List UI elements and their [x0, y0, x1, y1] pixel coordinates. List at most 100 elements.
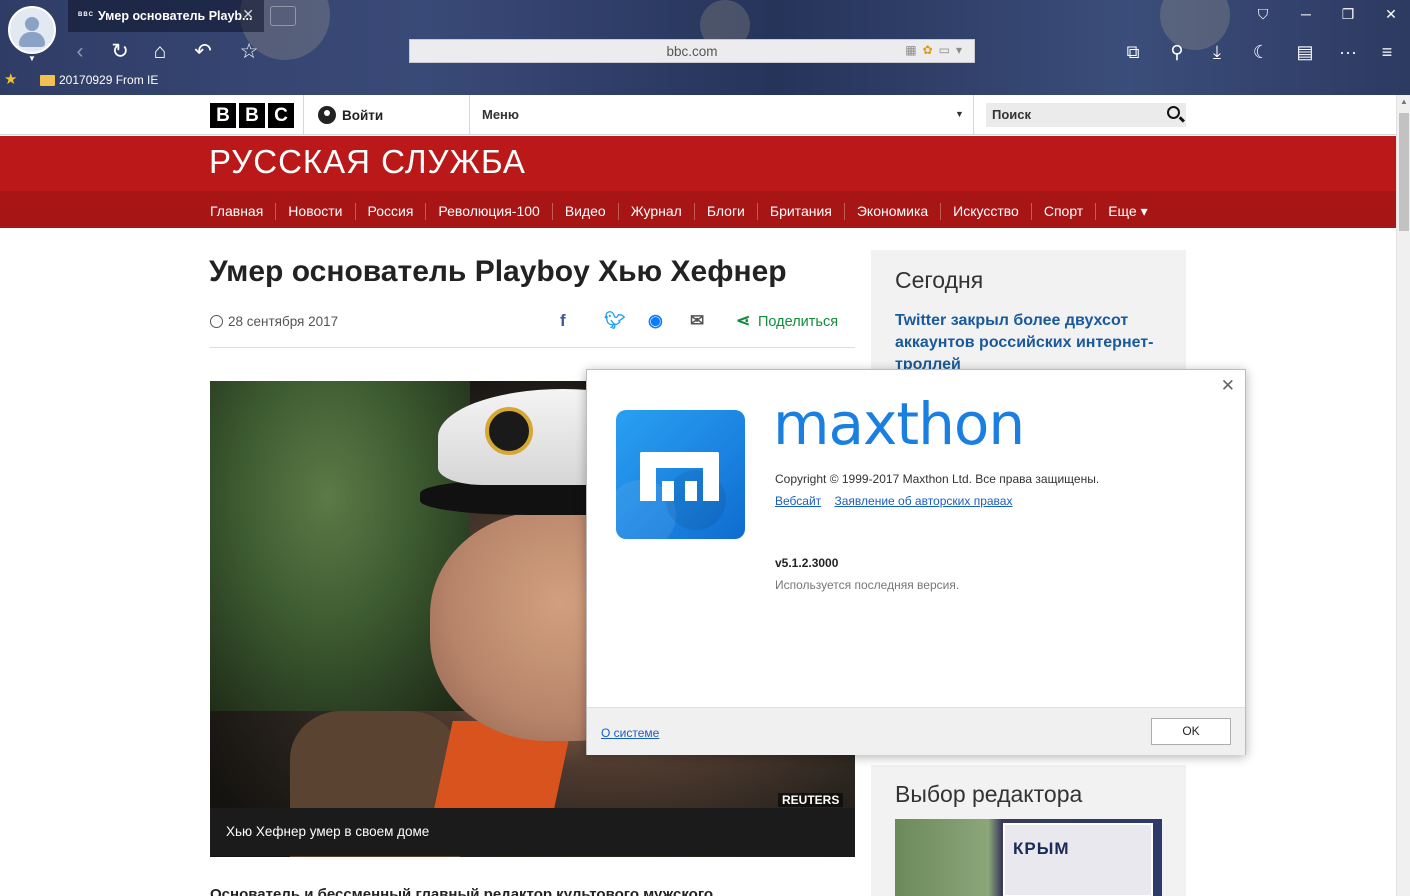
nav-item[interactable]: Видео — [565, 203, 619, 220]
nav-item[interactable]: Спорт — [1044, 203, 1097, 220]
article-headline: Умер основатель Playboy Хью Хефнер — [209, 255, 787, 288]
version-text: v5.1.2.3000 — [775, 556, 839, 570]
menu-dropdown-icon[interactable]: ▼ — [955, 109, 964, 119]
passkeeper-icon[interactable]: ⚲ — [1162, 38, 1192, 66]
billboard-text: КРЫМ — [1013, 839, 1070, 858]
adblock-icon[interactable]: ✿ — [923, 43, 939, 57]
favorite-star-icon[interactable]: ☆ — [234, 38, 264, 66]
signin-label: Войти — [342, 108, 384, 123]
facebook-icon[interactable]: f — [560, 311, 566, 331]
dropdown-icon[interactable]: ▾ — [956, 43, 968, 57]
menu-button[interactable]: Меню — [482, 107, 519, 122]
twitter-icon[interactable]: 🐦︎ — [604, 311, 626, 331]
main-menu-icon[interactable]: ≡ — [1372, 38, 1402, 66]
website-link[interactable]: Вебсайт — [775, 494, 821, 508]
editors-choice-title: Выбор редактора — [895, 781, 1083, 807]
address-bar-tools[interactable]: ▦✿▭▾ — [905, 43, 968, 57]
skin-icon[interactable]: ⛉ — [1249, 6, 1277, 23]
notes-icon[interactable]: ▤ — [1290, 38, 1320, 66]
divider — [973, 95, 974, 135]
qr-code-icon[interactable]: ▦ — [905, 43, 922, 57]
divider — [210, 347, 855, 348]
copyright-statement-link[interactable]: Заявление об авторских правах — [835, 494, 1013, 508]
nav-item[interactable]: Британия — [770, 203, 845, 220]
close-window-icon[interactable]: ✕ — [1377, 6, 1405, 23]
nav-item[interactable]: Блоги — [707, 203, 758, 220]
service-title[interactable]: РУССКАЯ СЛУЖБА — [209, 143, 526, 181]
signin-link[interactable]: Войти — [318, 106, 383, 124]
bookmark-folder-label[interactable]: 20170929 From IE — [59, 73, 158, 87]
article-body: Основатель и бессменный главный редактор… — [210, 886, 714, 896]
nav-item[interactable]: Новости — [288, 203, 356, 220]
browser-chrome: ▼ BBC Умер основатель Playb... ✕ ⛉ ─ ❐ ✕… — [0, 0, 1410, 95]
new-tab-button[interactable] — [270, 6, 296, 26]
more-icon[interactable]: ··· — [1333, 38, 1363, 66]
clock-icon — [210, 315, 223, 328]
address-bar[interactable]: bbc.com ▦✿▭▾ — [409, 39, 975, 63]
tab-close-icon[interactable]: ✕ — [242, 6, 254, 23]
user-icon — [318, 106, 336, 124]
dialog-links: Вебсайт Заявление об авторских правах — [775, 494, 1022, 508]
user-avatar[interactable] — [8, 6, 56, 54]
avatar-dropdown-icon[interactable]: ▼ — [28, 54, 36, 63]
dialog-close-icon[interactable]: ✕ — [1221, 376, 1235, 396]
search-icon[interactable] — [1167, 106, 1180, 119]
undo-close-tab-icon[interactable]: ↶ — [188, 38, 218, 66]
today-panel: Сегодня Twitter закрыл более двухсот акк… — [871, 250, 1186, 373]
folder-icon[interactable] — [40, 75, 55, 86]
copyright-text: Copyright © 1999-2017 Maxthon Ltd. Все п… — [775, 472, 1100, 486]
search-placeholder: Поиск — [992, 107, 1032, 122]
bbc-top-bar: B B C Войти Меню ▼ Поиск — [0, 95, 1396, 135]
download-icon[interactable]: ⤓ — [1202, 38, 1232, 66]
photo-caption: Хью Хефнер умер в своем доме — [210, 808, 855, 856]
nav-item[interactable]: Главная — [210, 203, 277, 220]
night-mode-icon[interactable]: ☾ — [1246, 38, 1276, 66]
version-status: Используется последняя версия. — [775, 578, 960, 592]
nav-item[interactable]: Экономика — [857, 203, 942, 220]
scroll-up-icon[interactable]: ▲ — [1400, 97, 1408, 106]
back-icon[interactable]: ‹ — [65, 38, 95, 66]
about-dialog: ✕ maxthon Copyright © 1999-2017 Maxthon … — [586, 369, 1246, 755]
divider — [303, 95, 304, 135]
dialog-footer: О системе OK — [587, 707, 1245, 755]
service-banner: РУССКАЯ СЛУЖБА Главная Новости Россия Ре… — [0, 136, 1396, 228]
nav-item[interactable]: Революция-100 — [438, 203, 553, 220]
bookmark-star-icon[interactable]: ★ — [4, 70, 17, 88]
system-info-link[interactable]: О системе — [601, 726, 659, 740]
vertical-scrollbar[interactable]: ▲ — [1396, 95, 1410, 896]
messenger-icon[interactable]: ◉ — [648, 311, 663, 331]
share-icon[interactable]: ⋖ — [736, 311, 750, 331]
article-date: 28 сентября 2017 — [210, 314, 338, 329]
photo-background — [210, 381, 470, 711]
editors-choice-image[interactable]: КРЫМ — [895, 819, 1162, 896]
nav-item[interactable]: Искусство — [953, 203, 1032, 220]
photo-credit: REUTERS — [778, 793, 844, 807]
bookmarks-bar: ★ 20170929 From IE — [0, 70, 400, 92]
screenshot-icon[interactable]: ⧉ — [1118, 38, 1148, 66]
maximize-icon[interactable]: ❐ — [1334, 6, 1362, 23]
bbc-logo-letter: B — [239, 103, 265, 128]
nav-item-more[interactable]: Еще ▾ — [1108, 203, 1159, 220]
url-text[interactable]: bbc.com — [410, 44, 974, 59]
email-icon[interactable]: ✉ — [690, 311, 704, 331]
home-icon[interactable]: ⌂ — [145, 38, 175, 66]
reload-icon[interactable]: ↻ — [105, 38, 135, 66]
today-link[interactable]: Twitter закрыл более двухсот аккаунтов р… — [895, 310, 1165, 376]
billboard — [1003, 823, 1153, 896]
section-nav: Главная Новости Россия Революция-100 Вид… — [0, 191, 1396, 228]
minimize-icon[interactable]: ─ — [1292, 6, 1320, 22]
maxthon-wordmark: maxthon — [773, 390, 1025, 458]
browser-tab[interactable]: BBC Умер основатель Playb... ✕ — [68, 0, 264, 32]
editors-choice-panel: Выбор редактора КРЫМ — [871, 765, 1186, 896]
nav-item[interactable]: Россия — [368, 203, 427, 220]
share-label[interactable]: Поделиться — [758, 314, 838, 330]
nav-item[interactable]: Журнал — [631, 203, 695, 220]
reader-mode-icon[interactable]: ▭ — [939, 43, 956, 57]
scrollbar-thumb[interactable] — [1399, 113, 1409, 231]
maxthon-logo-icon — [616, 410, 745, 539]
bbc-logo[interactable]: B B C — [210, 103, 294, 128]
ok-button[interactable]: OK — [1151, 718, 1231, 745]
bbc-logo-letter: B — [210, 103, 236, 128]
tab-title: Умер основатель Playb... — [98, 9, 253, 23]
search-input[interactable]: Поиск — [986, 103, 1186, 127]
